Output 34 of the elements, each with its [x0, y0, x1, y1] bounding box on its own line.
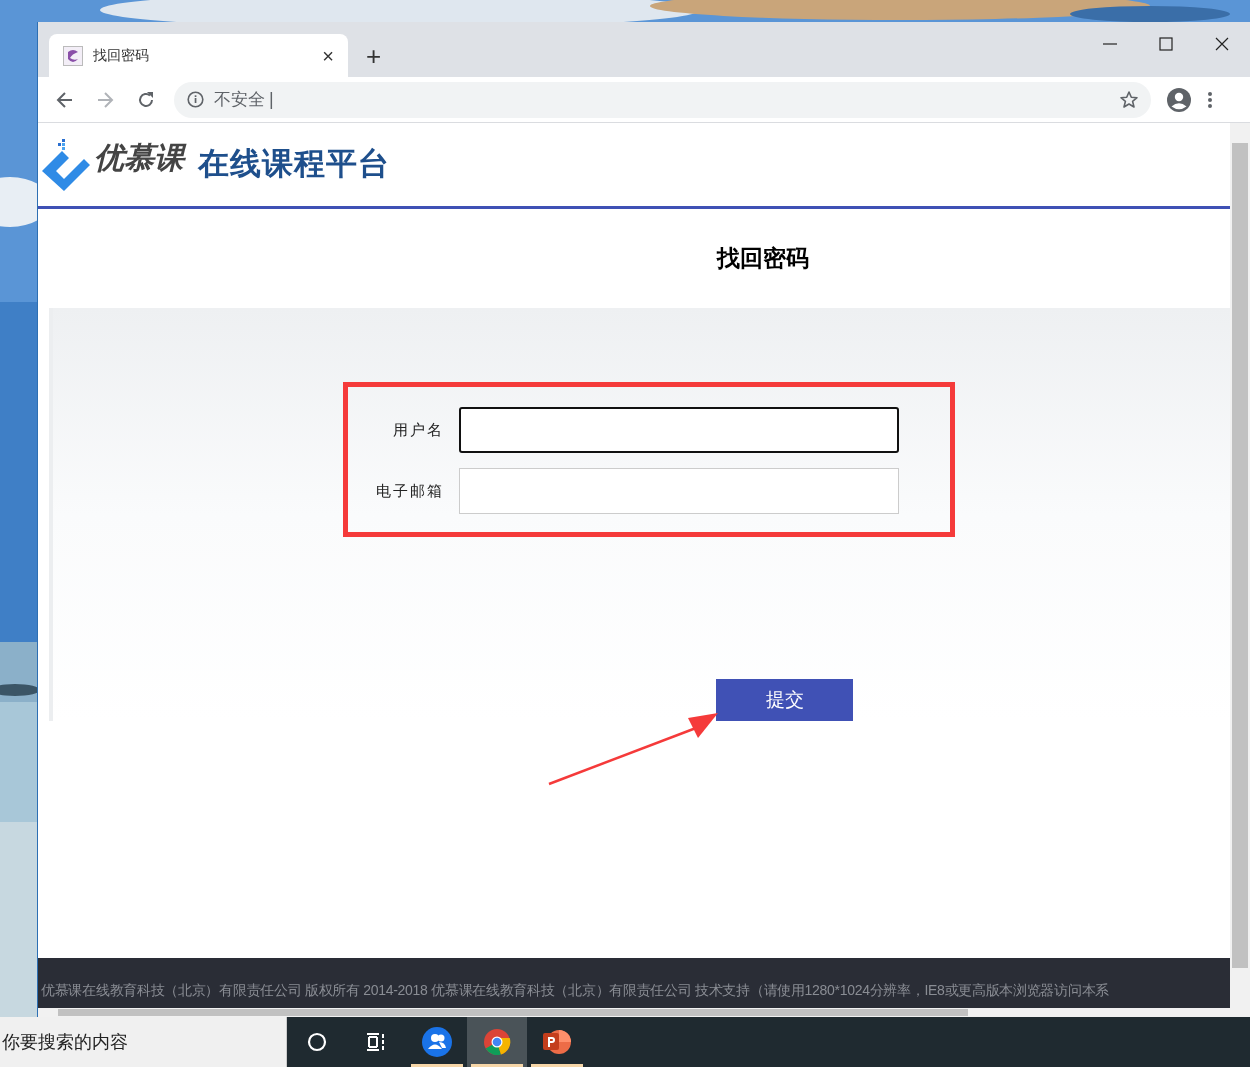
copyright-text: 优慕课在线教育科技（北京）有限责任公司 版权所有 2014-2018 优慕课在线教育科技（北京）有限责任公司 技术支持（请使用1280*1024分辨率，IE8或更高版本浏览器访问本系: [41, 981, 1109, 1000]
logo-subtitle-text: 在线课程平台: [198, 145, 390, 184]
chrome-icon: [483, 1028, 511, 1056]
close-icon[interactable]: [1214, 36, 1230, 52]
info-icon: [187, 91, 204, 108]
close-tab-button[interactable]: ×: [322, 45, 334, 66]
vertical-scrollbar[interactable]: [1230, 123, 1250, 1008]
new-tab-button[interactable]: +: [366, 43, 382, 69]
taskbar-search-field[interactable]: 你要搜索的内容: [0, 1017, 287, 1067]
scrollbar-thumb[interactable]: [1232, 143, 1248, 968]
separator-text: |: [269, 88, 274, 111]
profile-icon[interactable]: [1167, 87, 1191, 112]
page-title: 找回密码: [717, 244, 809, 274]
maximize-icon[interactable]: [1158, 36, 1174, 52]
submit-button[interactable]: 提交: [716, 678, 853, 721]
powerpoint-icon: [542, 1028, 572, 1056]
cortana-icon[interactable]: [307, 1032, 327, 1052]
field-label: 用户名: [392, 419, 444, 440]
security-label: 不安全: [214, 88, 265, 111]
input-field[interactable]: [459, 407, 899, 453]
field-label: 电子邮箱: [375, 480, 444, 501]
search-placeholder: 你要搜索的内容: [2, 1030, 128, 1054]
logo-icon: [40, 136, 92, 193]
favicon-icon: [63, 45, 83, 66]
browser-tab[interactable]: 找回密码 ×: [49, 34, 348, 77]
address-bar[interactable]: 不安全 |: [174, 81, 1151, 118]
tab-title: 找回密码: [93, 46, 150, 65]
scrollbar-thumb[interactable]: [58, 1009, 968, 1016]
menu-icon[interactable]: [1207, 90, 1213, 109]
back-icon[interactable]: [55, 89, 75, 110]
star-icon[interactable]: [1119, 89, 1139, 110]
reload-icon[interactable]: [136, 89, 156, 110]
people-app-icon: [422, 1027, 452, 1057]
horizontal-scrollbar[interactable]: [38, 1008, 1250, 1017]
